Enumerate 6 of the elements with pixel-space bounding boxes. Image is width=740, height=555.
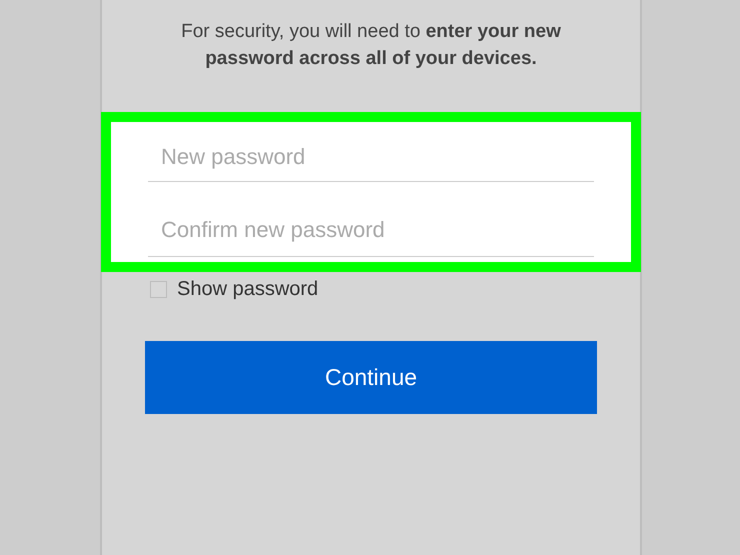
security-message: For security, you will need to enter your new password across all of your devices. xyxy=(180,20,562,71)
show-password-label[interactable]: Show password xyxy=(177,278,318,301)
password-field[interactable]: Confirm new password xyxy=(111,182,631,262)
checkbox[interactable] xyxy=(150,281,167,298)
password-field[interactable]: New password xyxy=(111,122,631,182)
continue-button[interactable]: Continue xyxy=(145,341,597,414)
